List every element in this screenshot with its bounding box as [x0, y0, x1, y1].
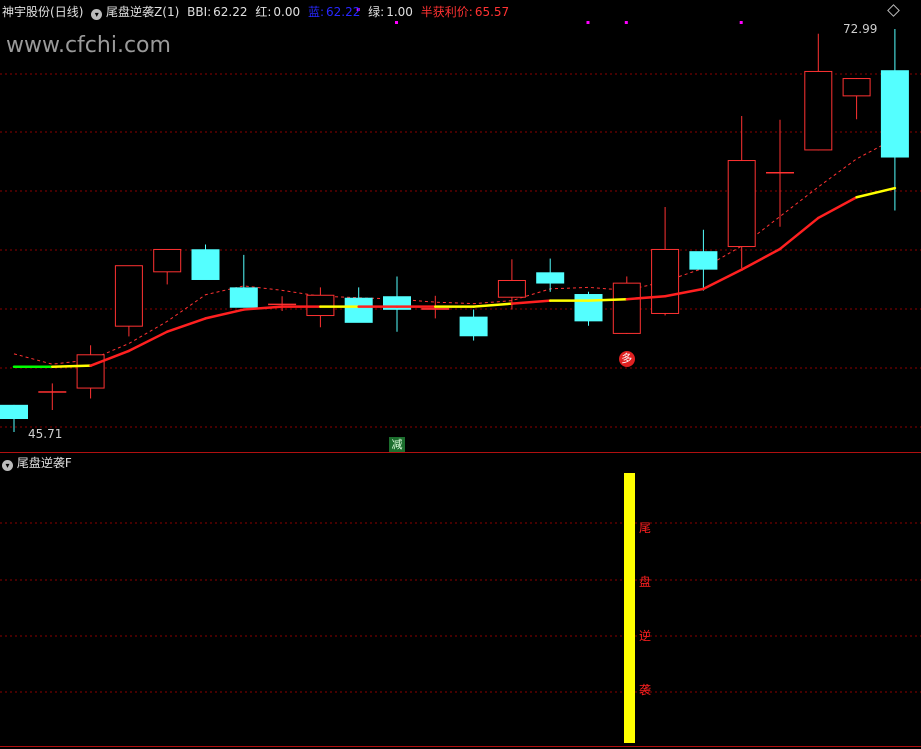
signal-char-1: 尾 — [639, 521, 652, 535]
signal-char-4: 袭 — [639, 683, 652, 697]
bbi-label: BBI: — [187, 5, 212, 19]
bbi-segment — [204, 308, 246, 320]
candle-body[interactable] — [421, 308, 450, 310]
price-low-label: 45.71 — [28, 427, 63, 441]
bbi-segment — [817, 196, 858, 220]
jian-marker: 减 — [389, 437, 405, 452]
green-value: 1.00 — [386, 5, 413, 19]
bbi-segment — [51, 364, 92, 368]
grid-lines — [0, 73, 921, 693]
blue-label: 蓝: — [307, 5, 324, 19]
candle-body[interactable] — [880, 70, 909, 158]
candle-body[interactable] — [76, 354, 105, 389]
candle-body[interactable] — [0, 404, 28, 419]
bbi-segment — [510, 299, 552, 305]
settings-icon[interactable]: ▾ — [91, 9, 103, 20]
price-high-label: 72.99 — [843, 22, 878, 36]
bbi-segment — [778, 216, 820, 251]
magenta-marker — [624, 21, 628, 24]
candle-body[interactable] — [689, 251, 718, 270]
candle-body[interactable] — [268, 303, 297, 306]
candle-body[interactable] — [344, 297, 373, 323]
magenta-marker — [395, 21, 398, 24]
profit-polyline — [13, 138, 896, 365]
bbi-segment — [472, 302, 514, 308]
bbi-segment — [702, 268, 743, 291]
candle-body[interactable] — [497, 279, 526, 298]
panel-separator — [0, 452, 921, 747]
bbi-segment — [855, 186, 897, 199]
candle-body[interactable] — [191, 249, 220, 280]
candle-body[interactable] — [536, 272, 565, 284]
candle-body[interactable] — [842, 78, 871, 97]
header-bar: 神宇股份(日线) ▾ 尾盘逆袭Z(1) BBI: 62.22 红: 0.00 蓝: 6… — [0, 3, 509, 21]
lower-panel-title[interactable]: 尾盘逆袭F — [17, 456, 72, 470]
chart-canvas[interactable] — [0, 0, 921, 749]
lower-settings-icon[interactable]: ▾ — [2, 460, 13, 471]
duo-marker: 多 — [618, 351, 635, 367]
bbi-value: 62.22 — [213, 5, 248, 19]
candle-body[interactable] — [38, 391, 67, 393]
watermark: www.cfchi.com — [6, 33, 171, 58]
green-label: 绿: — [368, 5, 385, 19]
profit-value: 65.57 — [474, 5, 510, 19]
bbi-segment — [165, 317, 207, 333]
stock-name[interactable]: 神宇股份 — [2, 5, 50, 19]
candle-body[interactable] — [153, 248, 182, 273]
profit-line — [13, 138, 896, 365]
red-label: 红: — [255, 5, 272, 19]
candle-body[interactable] — [114, 265, 143, 327]
profit-label: 半获利价: — [420, 5, 473, 19]
candle-body[interactable] — [229, 287, 258, 308]
magenta-marker — [739, 21, 743, 24]
blue-value: 62.22 — [325, 5, 361, 19]
magenta-marker — [586, 21, 590, 24]
bbi-segment — [127, 330, 169, 353]
period-label[interactable]: (日线) — [50, 5, 83, 19]
candle-body[interactable] — [459, 316, 488, 337]
bbi-line — [12, 186, 897, 368]
candle-body[interactable] — [612, 282, 641, 334]
bbi-segment — [740, 247, 782, 271]
lower-panel — [624, 473, 635, 743]
candle-body[interactable] — [651, 248, 680, 314]
signal-char-2: 盘 — [639, 575, 652, 589]
candle-body[interactable] — [727, 160, 756, 248]
lower-panel-header: ▾ 尾盘逆袭F — [2, 455, 72, 471]
signal-bar — [624, 473, 635, 743]
signal-char-3: 逆 — [639, 629, 652, 643]
red-value: 0.00 — [273, 5, 301, 19]
candle-body[interactable] — [804, 70, 833, 151]
bbi-segment — [587, 297, 629, 302]
candle-body[interactable] — [574, 294, 603, 322]
candles[interactable] — [0, 29, 909, 432]
indicator-name[interactable]: 尾盘逆袭Z(1) — [106, 5, 179, 19]
candle-body[interactable] — [766, 172, 794, 174]
